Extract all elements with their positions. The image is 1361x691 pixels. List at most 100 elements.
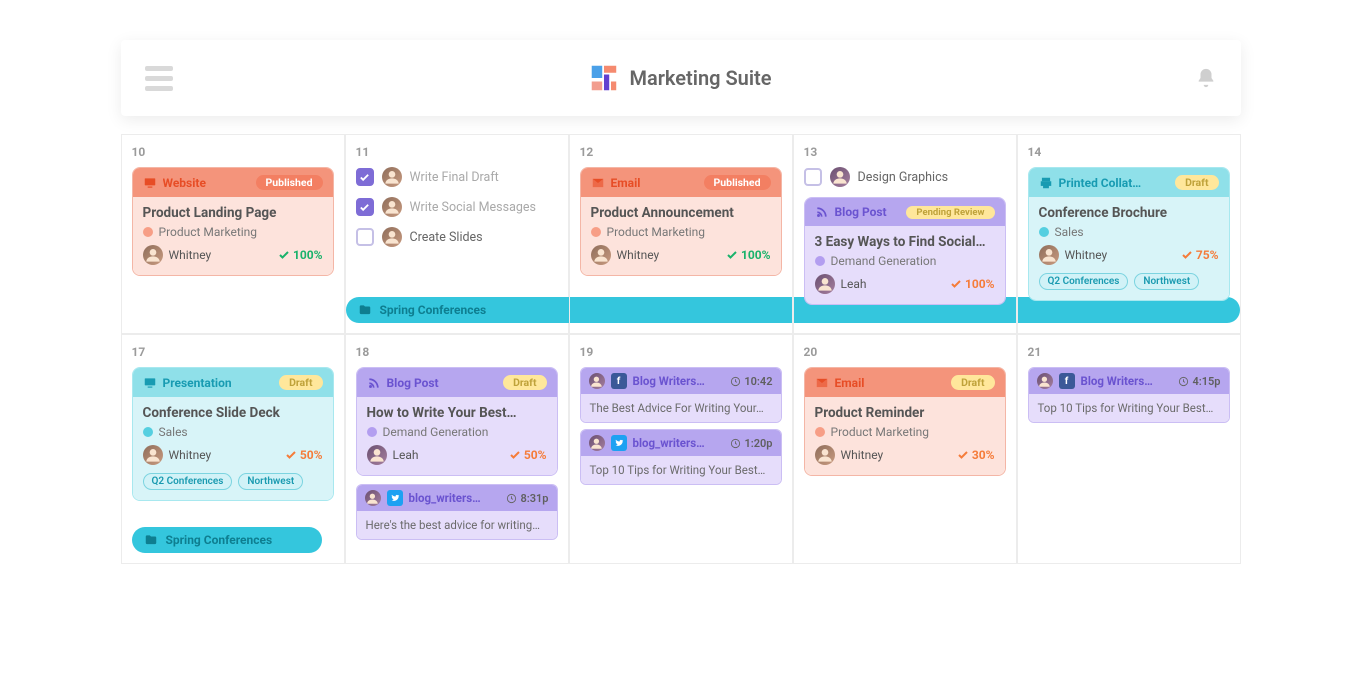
calendar-cell[interactable]: 17 Presentation Draft Conference Slide D… [121,334,345,564]
folder-bar[interactable]: Spring Conferences [132,527,322,553]
avatar [367,445,387,465]
status-badge: Published [704,175,771,190]
clock-icon [1178,376,1189,387]
calendar-cell[interactable]: 18 Blog Post Draft How to Write Your Bes… [345,334,569,564]
date-label: 14 [1028,145,1230,159]
tag[interactable]: Northwest [238,473,303,490]
brand: Marketing Suite [589,64,771,92]
app-title: Marketing Suite [629,66,771,90]
status-badge: Draft [503,375,546,390]
progress: 75% [1181,248,1219,262]
status-badge: Draft [1175,175,1218,190]
topbar: Marketing Suite [121,40,1241,116]
avatar [1037,373,1053,389]
calendar: 10 Website Published Product Landing Pag… [121,134,1241,564]
checkbox-icon[interactable] [356,168,374,186]
checkbox-icon[interactable] [356,198,374,216]
clock-icon [506,493,517,504]
monitor-icon [143,376,157,390]
calendar-cell[interactable]: 19 f Blog Writers… 10:42 The Best Advice… [569,334,793,564]
facebook-icon: f [1059,373,1075,389]
checkbox-icon[interactable] [356,228,374,246]
social-card[interactable]: f Blog Writers… 4:15p Top 10 Tips for Wr… [1028,367,1230,423]
content-card-printed[interactable]: Printed Collat… Draft Conference Brochur… [1028,167,1230,301]
folder-icon [358,303,372,317]
rss-icon [367,376,381,390]
status-badge: Published [256,175,323,190]
tag[interactable]: Q2 Conferences [143,473,233,490]
card-title: 3 Easy Ways to Find Social… [815,234,995,250]
content-card-blog[interactable]: Blog Post Pending Review 3 Easy Ways to … [804,197,1006,305]
avatar [830,167,850,187]
task-item[interactable]: Create Slides [356,227,558,247]
progress: 50% [285,448,323,462]
printer-icon [1039,176,1053,190]
avatar [382,227,402,247]
twitter-icon [387,490,403,506]
envelope-icon [815,376,829,390]
progress: 100% [950,277,995,291]
avatar [382,167,402,187]
clock-icon [730,438,741,449]
avatar [1039,245,1059,265]
calendar-cell[interactable]: 21 f Blog Writers… 4:15p Top 10 Tips for… [1017,334,1241,564]
calendar-cell[interactable]: 12 Email Published Product Announcement … [569,134,793,334]
facebook-icon: f [611,373,627,389]
twitter-icon [611,435,627,451]
calendar-cell[interactable]: 13 Design Graphics Blog Post Pending Rev… [793,134,1017,334]
date-label: 13 [804,145,1006,159]
calendar-cell[interactable]: 11 Write Final Draft Write Social Messag… [345,134,569,334]
content-card-email[interactable]: Email Published Product Announcement Pro… [580,167,782,276]
avatar [815,274,835,294]
logo-icon [589,64,617,92]
tag[interactable]: Q2 Conferences [1039,273,1129,290]
checkbox-icon[interactable] [804,168,822,186]
date-label: 12 [580,145,782,159]
card-title: How to Write Your Best… [367,405,547,421]
progress: 100% [278,248,323,262]
clock-icon [730,376,741,387]
avatar [143,245,163,265]
social-card[interactable]: blog_writers… 8:31p Here's the best advi… [356,484,558,540]
status-badge: Draft [279,375,322,390]
social-card[interactable]: f Blog Writers… 10:42 The Best Advice Fo… [580,367,782,423]
content-card-presentation[interactable]: Presentation Draft Conference Slide Deck… [132,367,334,501]
task-item[interactable]: Write Social Messages [356,197,558,217]
card-title: Conference Slide Deck [143,405,323,421]
social-card[interactable]: blog_writers… 1:20p Top 10 Tips for Writ… [580,429,782,485]
avatar [591,245,611,265]
rss-icon [815,205,829,219]
card-title: Conference Brochure [1039,205,1219,221]
calendar-cell[interactable]: 14 Printed Collat… Draft Conference Broc… [1017,134,1241,334]
task-item[interactable]: Write Final Draft [356,167,558,187]
date-label: 21 [1028,345,1230,359]
tag[interactable]: Northwest [1134,273,1199,290]
calendar-cell[interactable]: 20 Email Draft Product Reminder Product … [793,334,1017,564]
content-card-email[interactable]: Email Draft Product Reminder Product Mar… [804,367,1006,476]
progress: 30% [957,448,995,462]
status-badge: Draft [951,375,994,390]
date-label: 18 [356,345,558,359]
card-title: Product Reminder [815,405,995,421]
date-label: 19 [580,345,782,359]
avatar [365,490,381,506]
avatar [589,435,605,451]
card-title: Product Announcement [591,205,771,221]
status-badge: Pending Review [906,206,994,219]
folder-icon [144,533,158,547]
content-card-website[interactable]: Website Published Product Landing Page P… [132,167,334,276]
task-item[interactable]: Design Graphics [804,167,1006,187]
content-card-blog[interactable]: Blog Post Draft How to Write Your Best… … [356,367,558,476]
progress: 50% [509,448,547,462]
date-label: 11 [356,145,558,159]
bell-icon[interactable] [1195,67,1217,89]
menu-icon[interactable] [145,66,173,91]
date-label: 10 [132,145,334,159]
calendar-cell[interactable]: 10 Website Published Product Landing Pag… [121,134,345,334]
avatar [143,445,163,465]
date-label: 20 [804,345,1006,359]
calendar-row: 10 Website Published Product Landing Pag… [121,134,1241,334]
progress: 100% [726,248,771,262]
avatar [815,445,835,465]
date-label: 17 [132,345,334,359]
